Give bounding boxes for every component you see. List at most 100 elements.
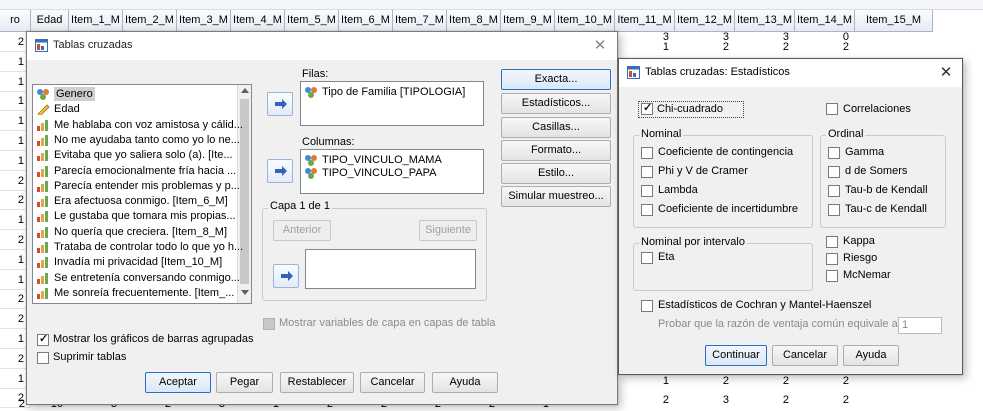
scroll-up-icon[interactable] [241,88,249,93]
assigned-variable-label: TIPO_VINCULO_MAMA [322,154,442,166]
cancelar-button[interactable]: Cancelar [360,372,425,393]
tau-c-de-kendall-checkbox[interactable] [828,204,840,216]
variable-label: Me sonreía frecuentemente. [Item_... [54,286,235,299]
column-header[interactable]: Edad [31,10,69,32]
variable-item[interactable]: No me ayudaba tanto como yo lo ne... [36,133,240,147]
variable-item[interactable]: Evitaba que yo saliera solo (a). [Ite... [36,148,234,162]
kappa-checkbox[interactable] [826,236,838,248]
phi-y-v-de-cramer-checkbox[interactable] [641,166,653,178]
variable-item[interactable]: Edad [36,102,234,117]
suppress-tables-checkbox[interactable] [37,352,49,364]
crosstabs-titlebar[interactable]: Tablas cruzadas ✕ [27,32,617,60]
column-header[interactable]: Item_1_M [69,10,123,32]
column-header[interactable]: Item_15_M [855,10,933,32]
scroll-down-icon[interactable] [241,290,249,295]
statistics-titlebar[interactable]: Tablas cruzadas: Estadísticos ✕ [619,59,962,87]
table-cell[interactable]: 2 [795,42,855,53]
variable-item[interactable]: Era afectuosa conmigo. [Item_6_M] [36,194,234,208]
next-layer-button[interactable]: Siguiente [419,220,477,241]
table-cell[interactable]: 3 [675,391,735,410]
d-de-somers-checkbox[interactable] [828,166,840,178]
previous-layer-button[interactable]: Anterior [273,220,331,241]
column-header[interactable]: Item_9_M [501,10,555,32]
move-to-rows-button[interactable] [267,92,293,116]
variable-item[interactable]: Me sonreía frecuentemente. [Item_... [36,286,234,300]
column-header[interactable]: Item_7_M [393,10,447,32]
columns-list[interactable]: TIPO_VINCULO_MAMA TIPO_VINCULO_PAPA [300,149,484,194]
column-header[interactable]: Item_3_M [177,10,231,32]
column-header[interactable]: Item_14_M [795,10,855,32]
exacta-button[interactable]: Exacta... [501,69,611,90]
move-to-columns-button[interactable] [267,159,293,183]
clustered-bar-text: Mostrar los gráficos de barras agrupadas [53,333,254,345]
casillas-button[interactable]: Casillas... [501,117,611,138]
formato-button[interactable]: Formato... [501,140,611,161]
column-header[interactable]: Item_5_M [285,10,339,32]
riesgo-checkbox[interactable] [826,253,838,265]
table-cell[interactable]: 2 [615,391,675,410]
table-cell[interactable]: 2 [735,391,795,410]
layer-list[interactable] [305,249,476,289]
variable-item[interactable]: Parecía emocionalmente fría hacia ... [36,164,237,178]
ordinal-variable-icon [36,149,50,162]
variable-item[interactable]: No quería que creciera. [Item_8_M] [36,225,234,239]
variable-item[interactable]: Me hablaba con voz amistosa y cálid... [36,118,243,132]
tau-b-de-kendall-checkbox[interactable] [828,185,840,197]
variable-item[interactable]: Invadía mi privacidad [Item_10_M] [36,255,234,269]
cell-editor-bar[interactable] [0,0,983,10]
ayuda-button[interactable]: Ayuda [432,372,498,393]
close-icon[interactable]: ✕ [935,63,957,83]
variable-item[interactable]: Se entretenía conversando conmigo... [36,271,240,285]
continuar-button[interactable]: Continuar [705,345,767,366]
variable-label: Edad [54,103,80,116]
column-header[interactable]: Item_6_M [339,10,393,32]
variable-list[interactable]: Genero Edad Me hablaba con voz amistosa y … [32,84,252,304]
variable-item[interactable]: Le gustaba que tomara mis propias... [36,209,236,223]
column-header[interactable]: Item_4_M [231,10,285,32]
gamma-checkbox[interactable] [828,147,840,159]
restablecer-button[interactable]: Restablecer [280,372,354,393]
layer-vars-checkbox[interactable] [263,318,275,330]
table-cell[interactable]: 1 [615,42,675,53]
coeficiente-de-contingencia-checkbox[interactable] [641,147,653,159]
eta-checkbox[interactable] [641,252,653,264]
cochran-checkbox[interactable] [641,300,653,312]
aceptar-button[interactable]: Aceptar [145,372,211,393]
column-header[interactable]: Item_13_M [735,10,795,32]
correlations-checkbox[interactable] [826,103,838,115]
column-header[interactable]: ro [0,10,31,32]
estilo-button[interactable]: Estilo... [501,163,611,184]
variable-item[interactable]: Parecía entender mis problemas y p... [36,179,240,193]
column-header-row: ro Edad Item_1_M Item_2_M Item_3_M Item_4_M It… [0,10,933,32]
table-cell[interactable]: 2 [795,391,855,410]
table-cell[interactable]: 2 [675,42,735,53]
coeficiente-de-contingencia-label: Coeficiente de contingencia [658,146,794,158]
simular-muestreo-button[interactable]: Simular muestreo... [501,186,611,207]
column-header[interactable]: Item_8_M [447,10,501,32]
column-header[interactable]: Item_12_M [675,10,735,32]
column-header[interactable]: Item_2_M [123,10,177,32]
lambda-checkbox[interactable] [641,185,653,197]
move-to-layer-button[interactable] [273,264,299,288]
odds-ratio-input[interactable]: 1 [898,317,942,334]
clustered-bar-checkbox[interactable] [37,332,49,346]
assigned-variable-label: TIPO_VINCULO_PAPA [322,167,437,179]
table-cell[interactable]: 2 [735,42,795,53]
pegar-button[interactable]: Pegar [216,372,273,393]
mcnemar-checkbox[interactable] [826,270,838,282]
rows-list[interactable]: Tipo de Familia [TIPOLOGIA] [300,81,484,126]
column-header[interactable]: Item_11_M [615,10,675,32]
crosstabs-title: Tablas cruzadas [53,39,133,51]
cancelar-button[interactable]: Cancelar [772,345,838,366]
column-header[interactable]: Item_10_M [555,10,615,32]
close-icon[interactable]: ✕ [589,36,611,56]
chi-square-checkbox[interactable] [641,101,653,115]
arrow-right-icon [281,271,293,281]
estadisticos-button[interactable]: Estadísticos... [501,93,611,114]
variable-item[interactable]: Genero [36,87,234,101]
mcnemar-label: McNemar [843,269,891,281]
variable-label: Parecía emocionalmente fría hacia ... [54,164,237,177]
ayuda-button[interactable]: Ayuda [843,345,899,366]
coeficiente-de-incertidumbre-checkbox[interactable] [641,204,653,216]
variable-item[interactable]: Trataba de controlar todo lo que yo h... [36,240,243,254]
